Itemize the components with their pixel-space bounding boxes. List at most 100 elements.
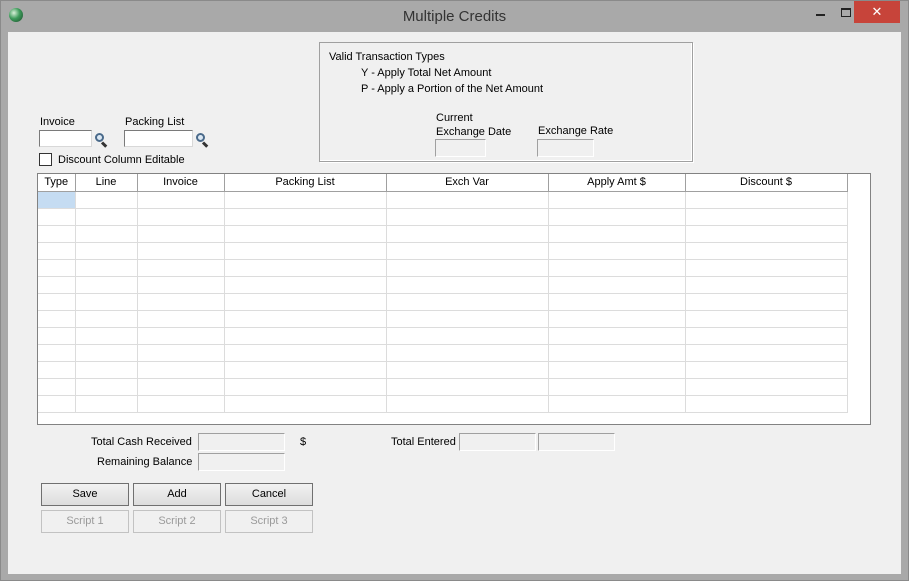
grid-cell[interactable] [75, 310, 138, 328]
grid-cell[interactable] [548, 293, 686, 311]
grid-cell[interactable] [38, 276, 76, 294]
save-button[interactable]: Save [41, 483, 129, 506]
grid-cell[interactable] [386, 293, 549, 311]
grid-cell[interactable] [548, 242, 686, 260]
invoice-search-icon[interactable] [95, 133, 108, 148]
total-cash-received-field[interactable] [198, 433, 285, 451]
grid-cell[interactable] [38, 327, 76, 345]
grid-cell[interactable] [685, 378, 848, 396]
grid-cell[interactable] [75, 327, 138, 345]
table-row[interactable] [38, 208, 848, 226]
close-button[interactable]: ✕ [854, 1, 900, 23]
grid-cell[interactable] [224, 259, 387, 277]
grid-cell[interactable] [38, 395, 76, 413]
grid-cell[interactable] [548, 361, 686, 379]
grid-cell[interactable] [224, 293, 387, 311]
grid-cell[interactable] [548, 395, 686, 413]
grid-cell[interactable] [386, 310, 549, 328]
grid-cell[interactable] [224, 344, 387, 362]
grid-cell[interactable] [75, 276, 138, 294]
table-row[interactable] [38, 293, 848, 311]
grid-cell[interactable] [685, 395, 848, 413]
table-row[interactable] [38, 361, 848, 379]
grid-cell[interactable] [137, 276, 225, 294]
grid-cell[interactable] [386, 327, 549, 345]
column-header[interactable]: Discount $ [685, 174, 848, 192]
grid-cell[interactable] [685, 208, 848, 226]
column-header[interactable]: Line [75, 174, 138, 192]
column-header[interactable]: Invoice [137, 174, 225, 192]
grid-cell[interactable] [685, 191, 848, 209]
grid-cell[interactable] [548, 225, 686, 243]
grid-cell[interactable] [386, 276, 549, 294]
grid-cell[interactable] [137, 361, 225, 379]
invoice-input[interactable] [39, 130, 92, 147]
grid-cell[interactable] [224, 208, 387, 226]
grid-cell[interactable] [75, 208, 138, 226]
grid-cell[interactable] [137, 259, 225, 277]
grid-cell[interactable] [548, 310, 686, 328]
grid-cell[interactable] [386, 242, 549, 260]
script-2-button[interactable]: Script 2 [133, 510, 221, 533]
table-row[interactable] [38, 310, 848, 328]
credits-grid[interactable]: Type Line Invoice Packing List Exch Var Apply… [37, 173, 871, 425]
grid-cell[interactable] [38, 293, 76, 311]
remaining-balance-field[interactable] [198, 453, 285, 471]
grid-cell[interactable] [38, 191, 76, 209]
column-header[interactable]: Apply Amt $ [548, 174, 686, 192]
discount-editable-checkbox[interactable] [39, 153, 52, 166]
table-row[interactable] [38, 395, 848, 413]
grid-cell[interactable] [685, 327, 848, 345]
grid-cell[interactable] [137, 310, 225, 328]
grid-cell[interactable] [75, 225, 138, 243]
grid-cell[interactable] [38, 225, 76, 243]
table-row[interactable] [38, 276, 848, 294]
total-entered-field-2[interactable] [538, 433, 615, 451]
grid-cell[interactable] [685, 310, 848, 328]
grid-cell[interactable] [137, 208, 225, 226]
grid-cell[interactable] [685, 293, 848, 311]
grid-cell[interactable] [685, 242, 848, 260]
minimize-button[interactable] [807, 1, 833, 23]
grid-cell[interactable] [224, 191, 387, 209]
grid-cell[interactable] [38, 259, 76, 277]
grid-cell[interactable] [685, 259, 848, 277]
grid-cell[interactable] [38, 344, 76, 362]
grid-cell[interactable] [685, 344, 848, 362]
grid-cell[interactable] [38, 208, 76, 226]
grid-cell[interactable] [224, 310, 387, 328]
grid-cell[interactable] [548, 191, 686, 209]
grid-cell[interactable] [386, 395, 549, 413]
grid-cell[interactable] [224, 361, 387, 379]
grid-cell[interactable] [38, 361, 76, 379]
packing-list-input[interactable] [124, 130, 193, 147]
grid-cell[interactable] [137, 378, 225, 396]
grid-cell[interactable] [386, 378, 549, 396]
grid-cell[interactable] [137, 327, 225, 345]
grid-cell[interactable] [548, 378, 686, 396]
table-row[interactable] [38, 191, 848, 209]
script-1-button[interactable]: Script 1 [41, 510, 129, 533]
grid-cell[interactable] [224, 327, 387, 345]
grid-cell[interactable] [137, 242, 225, 260]
grid-cell[interactable] [137, 225, 225, 243]
grid-cell[interactable] [38, 378, 76, 396]
grid-cell[interactable] [224, 378, 387, 396]
grid-cell[interactable] [548, 344, 686, 362]
column-header[interactable]: Exch Var [386, 174, 549, 192]
cancel-button[interactable]: Cancel [225, 483, 313, 506]
grid-cell[interactable] [685, 225, 848, 243]
title-bar[interactable]: Multiple Credits ✕ [1, 1, 908, 31]
grid-cell[interactable] [75, 259, 138, 277]
script-3-button[interactable]: Script 3 [225, 510, 313, 533]
grid-cell[interactable] [224, 276, 387, 294]
table-row[interactable] [38, 242, 848, 260]
grid-cell[interactable] [548, 276, 686, 294]
grid-cell[interactable] [224, 242, 387, 260]
grid-cell[interactable] [386, 208, 549, 226]
table-row[interactable] [38, 259, 848, 277]
grid-cell[interactable] [386, 225, 549, 243]
grid-cell[interactable] [548, 327, 686, 345]
column-header[interactable]: Type [38, 174, 76, 192]
grid-cell[interactable] [137, 344, 225, 362]
